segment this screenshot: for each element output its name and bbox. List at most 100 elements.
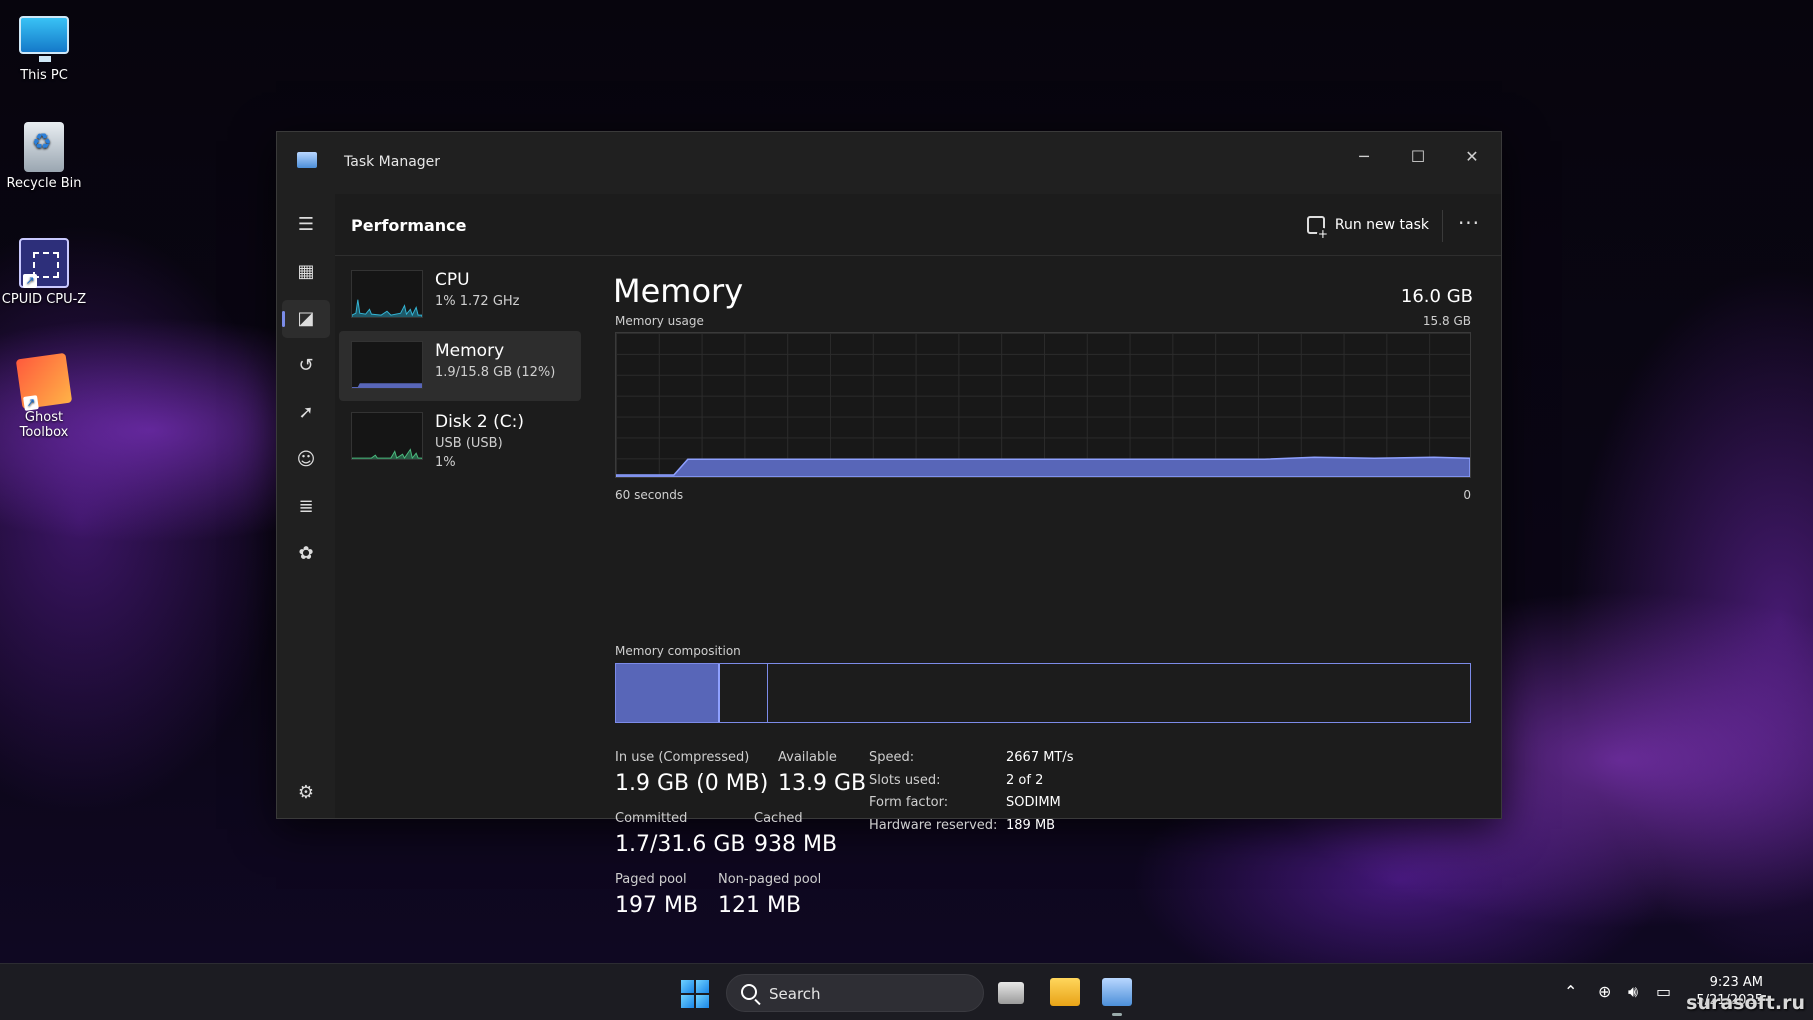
memory-usage-graph	[615, 332, 1471, 478]
device-subtext: 1.9/15.8 GB (12%)	[435, 365, 556, 380]
hamburger-menu-icon[interactable]: ☰	[282, 206, 330, 244]
memory-thumbnail-graph	[351, 341, 423, 389]
file-explorer-button[interactable]	[1050, 978, 1080, 1006]
cpu-chip-icon: ↗	[19, 238, 69, 288]
stat-label: In use (Compressed)	[615, 750, 750, 765]
memory-composition-label: Memory composition	[615, 644, 741, 658]
nav-app-history-icon[interactable]: ↺	[282, 347, 330, 385]
windows-logo-icon	[681, 995, 694, 1008]
desktop-icon-label: Ghost Toolbox	[19, 410, 69, 440]
minimize-button[interactable]: ─	[1341, 142, 1387, 172]
stat-label: Paged pool	[615, 872, 687, 887]
taskbar-search-box[interactable]: Search	[726, 974, 984, 1012]
stat-value: 13.9 GB	[778, 771, 867, 796]
header-divider	[1442, 210, 1443, 242]
spec-label: Form factor:	[869, 795, 949, 811]
windows-logo-icon	[696, 995, 709, 1008]
spec-row-form-factor: Form factor: SODIMM	[869, 795, 1109, 818]
cpu-thumbnail-graph	[351, 270, 423, 318]
nav-details-icon[interactable]: ≣	[282, 488, 330, 526]
volume-icon[interactable]: 🔊︎	[1628, 982, 1638, 1002]
spec-row-hardware-reserved: Hardware reserved: 189 MB	[869, 818, 1109, 841]
shortcut-arrow-icon: ↗	[23, 395, 39, 411]
device-item-disk[interactable]: Disk 2 (C:) USB (USB) 1%	[339, 402, 581, 472]
windows-logo-icon	[681, 980, 694, 993]
page-title: Performance	[351, 216, 467, 235]
stat-value: 1.9 GB (0 MB)	[615, 771, 769, 796]
shortcut-arrow-icon: ↗	[23, 274, 37, 288]
composition-modified	[616, 664, 768, 722]
device-name: CPU	[435, 270, 470, 290]
device-subtext: 1% 1.72 GHz	[435, 294, 520, 309]
task-manager-taskbar-button[interactable]	[1102, 978, 1132, 1006]
spec-label: Hardware reserved:	[869, 817, 998, 833]
stat-value: 121 MB	[718, 893, 802, 918]
start-button[interactable]	[681, 980, 709, 1008]
memory-specs: Speed: 2667 MT/s Slots used: 2 of 2 Form…	[869, 750, 1109, 840]
new-task-icon	[1306, 216, 1329, 240]
maximize-button[interactable]: ☐	[1395, 142, 1441, 172]
nav-startup-apps-icon[interactable]: ➚	[282, 394, 330, 432]
stat-value: 197 MB	[615, 893, 699, 918]
search-label: Search	[769, 985, 821, 1003]
spec-value: 2667 MT/s	[1006, 750, 1074, 765]
memory-total: 16.0 GB	[1400, 286, 1473, 307]
run-new-task-label: Run new task	[1334, 217, 1429, 233]
close-button[interactable]: ✕	[1449, 142, 1495, 172]
desktop-icon-recycle-bin[interactable]: Recycle Bin	[0, 122, 94, 191]
memory-usage-max: 15.8 GB	[1422, 314, 1471, 328]
disk-thumbnail-graph	[351, 412, 423, 460]
memory-title: Memory	[613, 272, 744, 310]
stat-value: 1.7/31.6 GB	[615, 832, 746, 857]
stat-committed: Committed 1.7/31.6 GB	[615, 811, 746, 857]
spec-value: 189 MB	[1006, 817, 1056, 833]
spec-label: Speed:	[869, 750, 915, 765]
tray-overflow-chevron-icon[interactable]: ⌃	[1564, 982, 1577, 1001]
toolbox-cube-icon: ↗	[15, 352, 73, 411]
desktop-icon-cpu-z[interactable]: ↗ CPUID CPU-Z	[0, 238, 94, 307]
device-subtext: USB (USB)	[435, 436, 503, 451]
spec-value: SODIMM	[1006, 795, 1061, 811]
watermark-text: surasoft.ru	[1686, 992, 1805, 1014]
stat-value: 938 MB	[754, 832, 838, 857]
spec-value: 2 of 2	[1006, 772, 1044, 788]
memory-usage-label: Memory usage	[615, 314, 704, 328]
spec-row-speed: Speed: 2667 MT/s	[869, 750, 1109, 773]
stat-label: Committed	[615, 811, 688, 826]
device-subtext-2: 1%	[435, 455, 456, 470]
stat-nonpaged-pool: Non-paged pool 121 MB	[718, 872, 821, 918]
stat-label: Available	[778, 750, 837, 765]
desktop-icon-label: This PC	[20, 68, 68, 83]
recycle-bin-icon	[24, 122, 64, 172]
task-view-button[interactable]	[998, 982, 1024, 1004]
device-item-cpu[interactable]: CPU 1% 1.72 GHz	[339, 260, 581, 330]
spec-row-slots: Slots used: 2 of 2	[869, 773, 1109, 796]
nav-performance-icon[interactable]: ◪	[282, 300, 330, 338]
battery-icon[interactable]: ▭	[1656, 982, 1671, 1001]
title-bar[interactable]: Task Manager ─ ☐ ✕	[277, 132, 1501, 194]
stat-available: Available 13.9 GB	[778, 750, 866, 796]
nav-services-icon[interactable]: ✿	[282, 535, 330, 573]
search-icon	[741, 984, 757, 1000]
desktop-icon-ghost-toolbox[interactable]: ↗ Ghost Toolbox	[0, 352, 94, 440]
windows-logo-icon	[696, 980, 709, 993]
device-list: CPU 1% 1.72 GHz Memory 1.9/15.8 GB (12%)…	[339, 260, 581, 473]
clock-time: 9:23 AM	[1709, 975, 1763, 990]
network-globe-icon[interactable]: ⊕	[1598, 982, 1611, 1001]
page-header: Performance Run new task ···	[335, 194, 1501, 256]
settings-gear-icon[interactable]: ⚙	[282, 774, 330, 812]
running-indicator	[1112, 1013, 1122, 1016]
nav-users-icon[interactable]: ☺	[282, 441, 330, 479]
run-new-task-button[interactable]: Run new task	[1306, 210, 1429, 240]
monitor-icon	[19, 16, 69, 62]
taskbar: Search ⌃ ⊕ 🔊︎ ▭ 9:23 AM 5/21/2025 suraso…	[0, 963, 1813, 1020]
stat-paged-pool: Paged pool 197 MB	[615, 872, 698, 918]
device-item-memory[interactable]: Memory 1.9/15.8 GB (12%)	[339, 331, 581, 401]
nav-processes-icon[interactable]: ▦	[282, 253, 330, 291]
memory-composition-bar	[615, 663, 1471, 723]
stat-label: Non-paged pool	[718, 872, 822, 887]
stat-cached: Cached 938 MB	[754, 811, 837, 857]
graph-time-right: 0	[1463, 488, 1471, 502]
more-options-button[interactable]: ···	[1451, 210, 1487, 240]
desktop-icon-this-pc[interactable]: This PC	[0, 10, 94, 83]
